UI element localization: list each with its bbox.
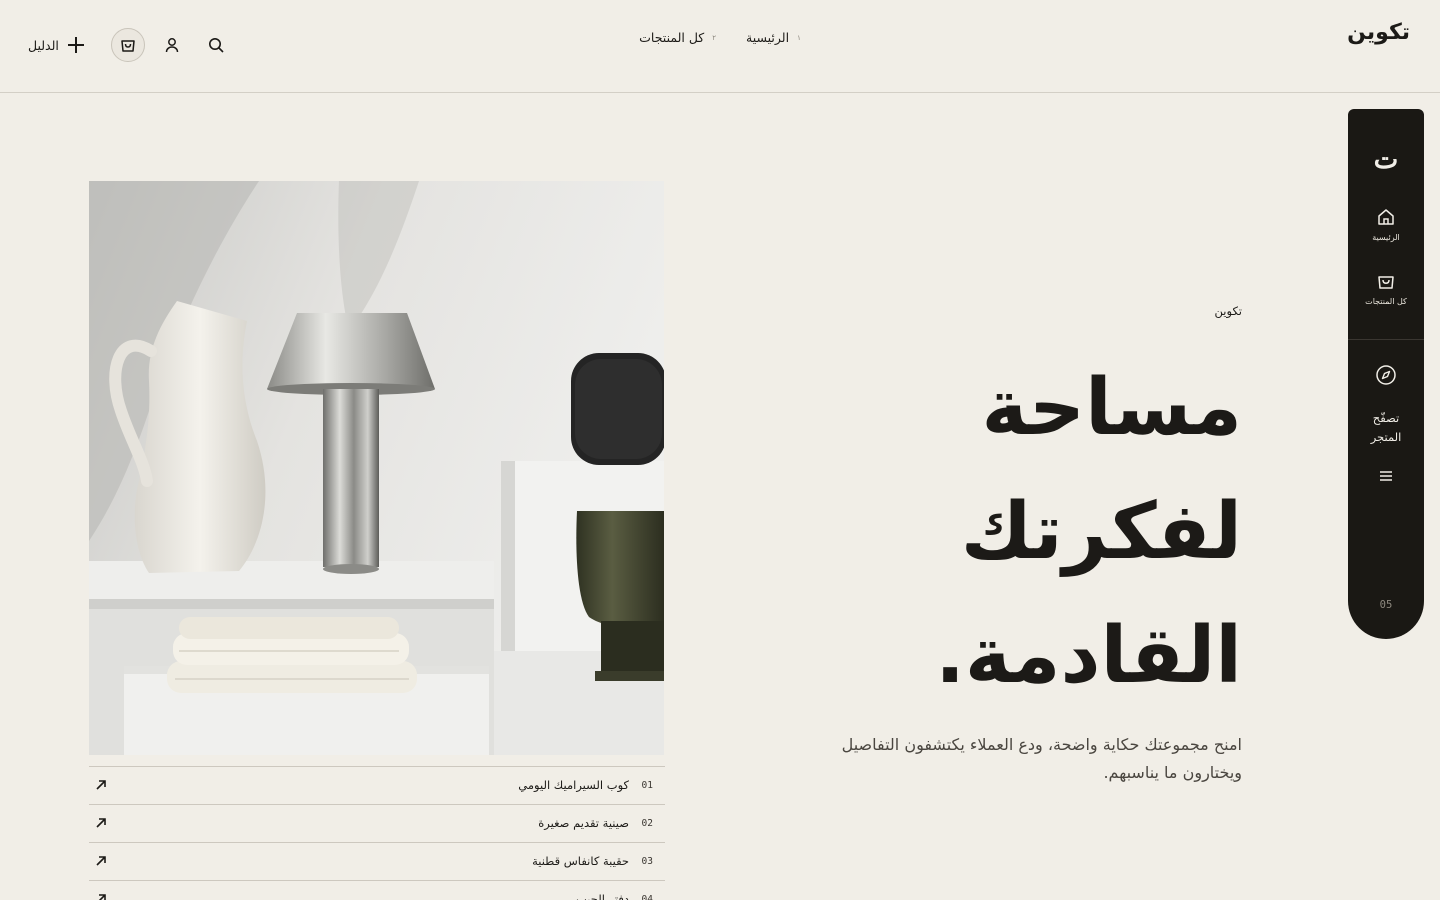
nav-item-number: ٢ <box>712 33 717 42</box>
rail-item-home[interactable]: الرئيسية <box>1348 207 1424 242</box>
header-actions: الدليل <box>28 28 233 62</box>
search-icon <box>208 38 224 53</box>
rail-count: 05 <box>1379 599 1393 611</box>
hero-product-image <box>89 181 664 755</box>
nav-item-home[interactable]: ١ الرئيسية <box>731 30 816 45</box>
nav-item-all-products[interactable]: ٢ كل المنتجات <box>624 30 731 45</box>
product-number: 03 <box>641 856 653 867</box>
page: تكوين ١ الرئيسية ٢ كل المنتجات الدليل ت … <box>0 0 1440 900</box>
cart-button[interactable] <box>110 28 145 62</box>
search-button[interactable] <box>199 28 233 62</box>
rail-item-label: الرئيسية <box>1372 233 1400 242</box>
account-button[interactable] <box>155 28 189 62</box>
rail-menu-button[interactable] <box>1377 467 1395 489</box>
hero-title-line: لفكرتك <box>960 487 1243 577</box>
guide-button[interactable]: الدليل <box>28 36 85 54</box>
product-row[interactable]: 01 كوب السيراميك اليومي <box>89 766 665 804</box>
product-row[interactable]: 03 حقيبة كانفاس قطنية <box>89 842 665 880</box>
rail-browse-line: تصفّح <box>1372 411 1400 425</box>
plus-icon <box>67 37 84 53</box>
guide-label: الدليل <box>28 37 59 53</box>
product-list: 01 كوب السيراميك اليومي 02 صينية تقديم ص… <box>89 766 665 900</box>
product-number: 02 <box>641 818 653 829</box>
product-number: 01 <box>641 780 653 791</box>
site-header: تكوين ١ الرئيسية ٢ كل المنتجات الدليل <box>0 0 1440 93</box>
product-name: حقيبة كانفاس قطنية <box>532 854 629 868</box>
user-icon <box>165 38 179 53</box>
nav-item-label: الرئيسية <box>746 30 790 45</box>
product-name: صينية تقديم صغيرة <box>538 816 629 830</box>
cart-icon <box>121 40 135 52</box>
product-number: 04 <box>641 894 653 900</box>
compass-icon <box>1376 365 1396 385</box>
hero-title: مساحة لفكرتك القادمة. <box>822 346 1243 718</box>
menu-icon <box>1380 471 1392 481</box>
rail-item-all-products[interactable]: كل المنتجات <box>1348 271 1424 306</box>
arrow-up-right-icon <box>96 818 106 828</box>
cart-icon <box>1378 276 1394 289</box>
arrow-up-right-icon <box>96 856 106 866</box>
rail-browse-line: المتجر <box>1370 430 1402 444</box>
arrow-up-right-icon <box>98 894 106 900</box>
hero-title-line: مساحة <box>981 363 1243 453</box>
rail-browse-store[interactable]: تصفّح المتجر <box>1348 409 1424 447</box>
still-life-illustration <box>89 181 664 755</box>
rail-divider <box>1348 339 1424 340</box>
rail-item-label: كل المنتجات <box>1365 297 1407 306</box>
arrow-up-right-icon <box>96 780 106 790</box>
nav-item-label: كل المنتجات <box>639 30 705 45</box>
home-icon <box>1378 209 1394 225</box>
product-row[interactable]: 02 صينية تقديم صغيرة <box>89 804 665 842</box>
hero-title-line: القادمة. <box>935 611 1243 701</box>
product-row[interactable]: 04 دفتر الجيب <box>89 880 665 900</box>
hero-eyebrow: تكوين <box>1214 304 1242 318</box>
hero-description: امنح مجموعتك حكاية واضحة، ودع العملاء يك… <box>841 735 1242 782</box>
product-name: كوب السيراميك اليومي <box>518 778 629 792</box>
side-rail: ت الرئيسية كل المنتجات تصفّح المتجر 05 <box>1348 109 1424 639</box>
rail-logo[interactable]: ت <box>1348 145 1424 175</box>
nav-item-number: ١ <box>797 33 801 42</box>
rail-compass-button[interactable] <box>1348 364 1424 386</box>
product-name: دفتر الجيب <box>576 892 629 900</box>
